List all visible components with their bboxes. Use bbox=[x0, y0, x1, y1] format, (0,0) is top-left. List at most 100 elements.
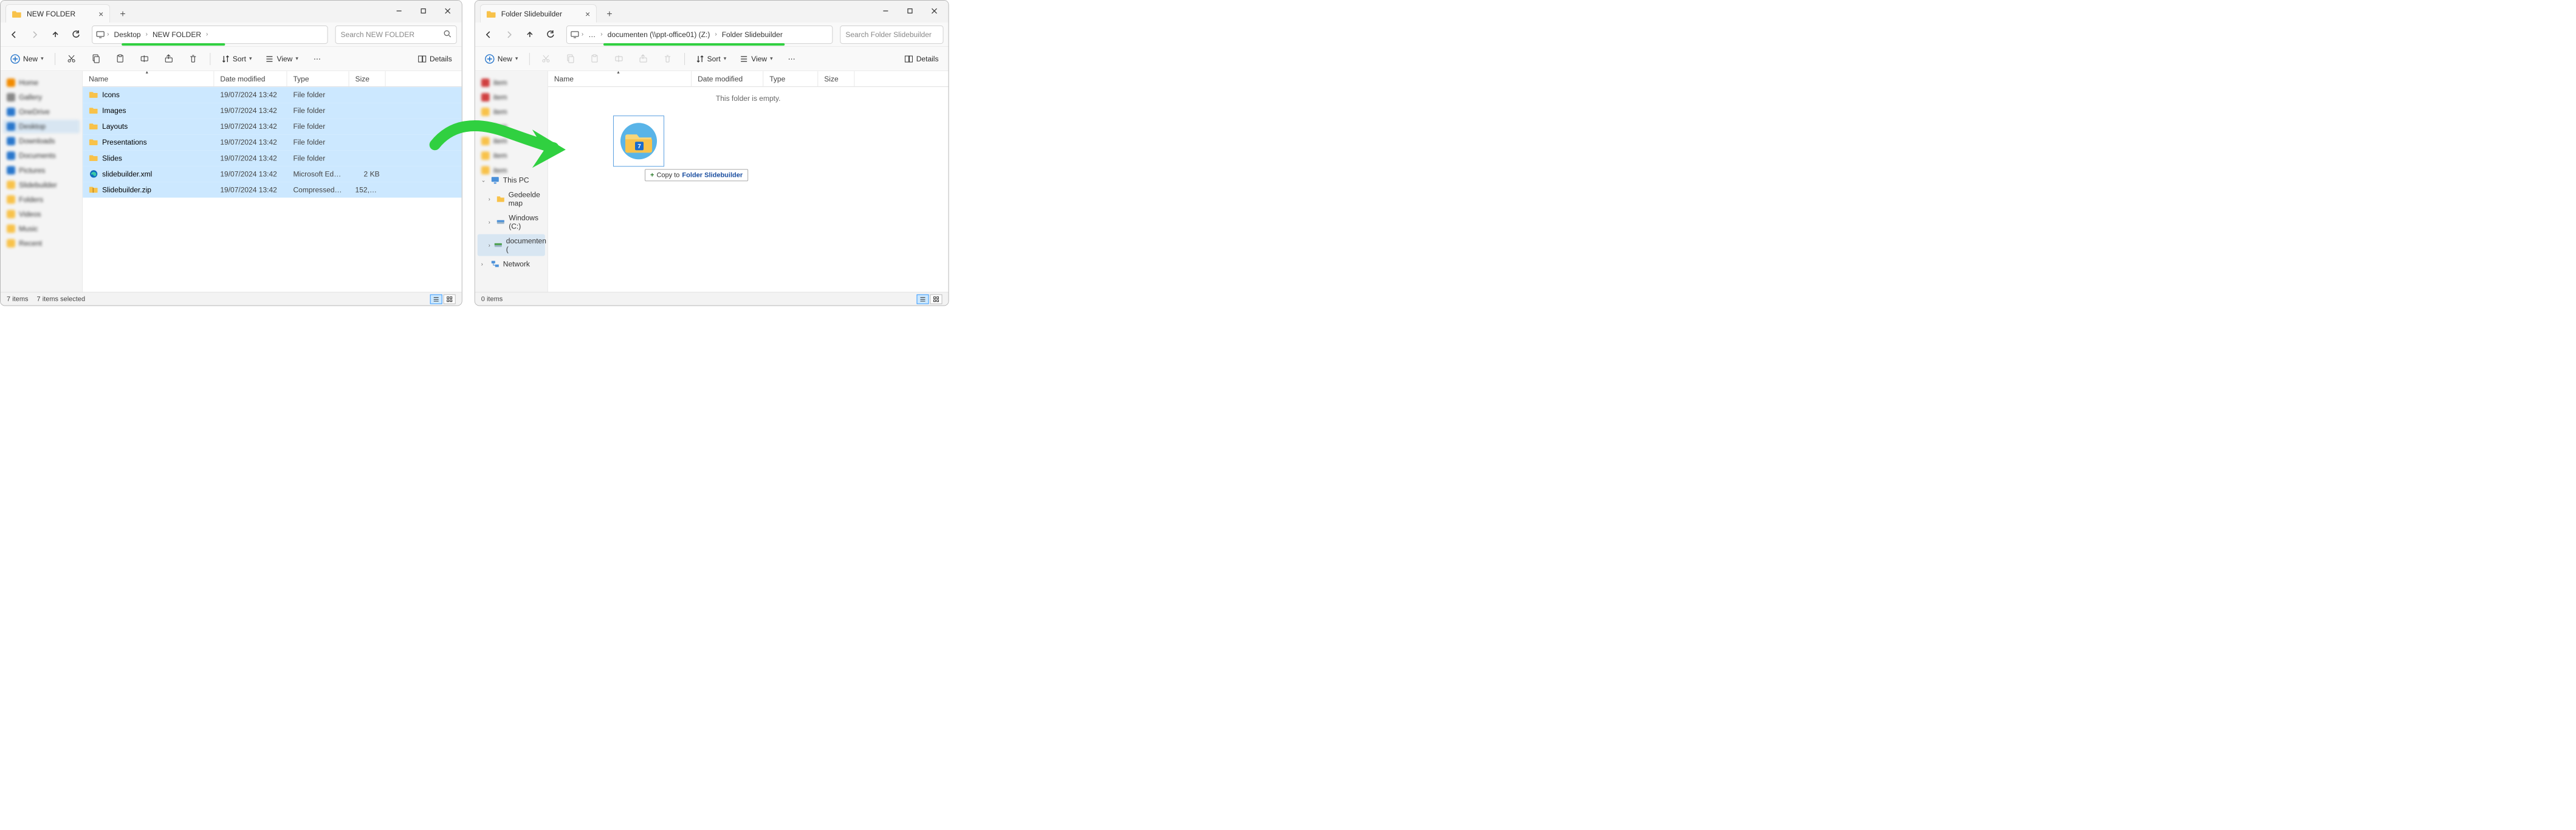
details-button[interactable]: Details bbox=[414, 52, 456, 66]
toolbar: New▾ Sort▾ View▾ ⋯ Details bbox=[1, 47, 462, 71]
sidebar-item[interactable]: Pictures bbox=[3, 163, 80, 177]
up-button[interactable] bbox=[521, 26, 538, 43]
tree-shared[interactable]: ›Gedeelde map bbox=[478, 188, 545, 210]
breadcrumb-item-desktop[interactable]: Desktop bbox=[112, 30, 143, 39]
file-row[interactable]: Slides19/07/2024 13:42File folder bbox=[83, 150, 462, 166]
new-tab-button[interactable]: + bbox=[115, 7, 130, 22]
copy-button[interactable] bbox=[87, 52, 105, 66]
file-date: 19/07/2024 13:42 bbox=[214, 154, 287, 162]
close-tab-icon[interactable]: × bbox=[585, 9, 590, 19]
tab-title: NEW FOLDER bbox=[27, 10, 75, 18]
tree-windows[interactable]: ›Windows (C:) bbox=[478, 211, 545, 233]
maximize-button[interactable] bbox=[412, 3, 435, 19]
file-row[interactable]: Slidebuilder.zip19/07/2024 13:42Compress… bbox=[83, 182, 462, 197]
back-button[interactable] bbox=[480, 26, 497, 43]
sidebar-item[interactable]: Home bbox=[3, 76, 80, 89]
sidebar-item[interactable]: Music bbox=[3, 222, 80, 235]
sidebar-item[interactable]: item bbox=[478, 163, 545, 177]
more-icon: ⋯ bbox=[314, 55, 321, 63]
file-date: 19/07/2024 13:42 bbox=[214, 170, 287, 178]
file-type: File folder bbox=[287, 122, 349, 131]
sidebar-item[interactable]: Downloads bbox=[3, 134, 80, 148]
view-icons-toggle[interactable] bbox=[444, 294, 456, 304]
breadcrumb[interactable]: › … › documenten (\\ppt-office01) (Z:) ›… bbox=[566, 26, 833, 44]
file-row[interactable]: Icons19/07/2024 13:42File folder bbox=[83, 87, 462, 103]
share-button[interactable] bbox=[160, 52, 178, 66]
sidebar-item[interactable]: item bbox=[478, 105, 545, 118]
col-type[interactable]: Type bbox=[287, 71, 349, 86]
cut-button[interactable] bbox=[63, 52, 81, 66]
breadcrumb-item-newfolder[interactable]: NEW FOLDER bbox=[150, 30, 204, 39]
up-button[interactable] bbox=[47, 26, 64, 43]
new-button[interactable]: New▾ bbox=[481, 52, 522, 66]
file-size: 2 KB bbox=[349, 170, 386, 178]
maximize-button[interactable] bbox=[898, 3, 921, 19]
sort-button[interactable]: Sort▾ bbox=[692, 52, 730, 66]
sidebar-item[interactable]: OneDrive bbox=[3, 105, 80, 118]
minimize-button[interactable] bbox=[388, 3, 411, 19]
back-button[interactable] bbox=[5, 26, 22, 43]
close-tab-icon[interactable]: × bbox=[98, 9, 103, 19]
search-icon bbox=[444, 30, 452, 39]
file-row[interactable]: Layouts19/07/2024 13:42File folder bbox=[83, 118, 462, 134]
file-row[interactable]: Presentations19/07/2024 13:42File folder bbox=[83, 134, 462, 150]
paste-button bbox=[585, 52, 603, 66]
search-input[interactable]: Search NEW FOLDER bbox=[335, 26, 457, 44]
new-tab-button[interactable]: + bbox=[602, 7, 617, 22]
rename-icon bbox=[614, 54, 623, 63]
minimize-button[interactable] bbox=[874, 3, 897, 19]
breadcrumb-overflow[interactable]: … bbox=[586, 30, 598, 39]
sidebar-item[interactable]: Videos bbox=[3, 207, 80, 221]
close-window-button[interactable] bbox=[436, 3, 459, 19]
view-details-toggle[interactable] bbox=[916, 294, 929, 304]
sidebar-item[interactable]: item bbox=[478, 91, 545, 104]
details-button[interactable]: Details bbox=[901, 52, 943, 66]
refresh-button[interactable] bbox=[67, 26, 84, 43]
sidebar-item[interactable]: Slidebuilder bbox=[3, 178, 80, 191]
forward-button[interactable] bbox=[501, 26, 518, 43]
tab-active[interactable]: Folder Slidebuilder × bbox=[480, 4, 597, 22]
rename-button[interactable] bbox=[136, 52, 154, 66]
view-button[interactable]: View▾ bbox=[262, 52, 302, 66]
delete-button[interactable] bbox=[184, 52, 202, 66]
search-input[interactable]: Search Folder Slidebuilder bbox=[840, 26, 943, 44]
view-icons-toggle[interactable] bbox=[930, 294, 942, 304]
col-name[interactable]: Name▴ bbox=[548, 71, 692, 86]
col-date[interactable]: Date modified bbox=[692, 71, 763, 86]
sidebar-item[interactable]: Desktop bbox=[3, 120, 80, 133]
view-details-toggle[interactable] bbox=[430, 294, 442, 304]
breadcrumb[interactable]: › Desktop › NEW FOLDER › bbox=[92, 26, 328, 44]
col-size[interactable]: Size bbox=[349, 71, 386, 86]
tree-documenten[interactable]: ›documenten ( bbox=[478, 234, 545, 256]
tab-active[interactable]: NEW FOLDER × bbox=[5, 4, 110, 22]
sidebar-item[interactable]: item bbox=[478, 149, 545, 162]
view-button[interactable]: View▾ bbox=[736, 52, 776, 66]
paste-button[interactable] bbox=[111, 52, 129, 66]
forward-button[interactable] bbox=[26, 26, 43, 43]
col-size[interactable]: Size bbox=[818, 71, 854, 86]
sidebar-item[interactable]: item bbox=[478, 76, 545, 89]
new-button[interactable]: New▾ bbox=[7, 52, 47, 66]
col-name[interactable]: Name▴ bbox=[83, 71, 214, 86]
details-icon bbox=[418, 55, 427, 63]
breadcrumb-item-drive[interactable]: documenten (\\ppt-office01) (Z:) bbox=[605, 30, 713, 39]
more-button[interactable]: ⋯ bbox=[308, 52, 326, 66]
sidebar-item[interactable]: item bbox=[478, 134, 545, 148]
sidebar-item[interactable]: Documents bbox=[3, 149, 80, 162]
close-window-button[interactable] bbox=[922, 3, 946, 19]
search-placeholder: Search NEW FOLDER bbox=[341, 30, 414, 39]
copy-button bbox=[561, 52, 579, 66]
sidebar-item[interactable]: item bbox=[478, 120, 545, 133]
sidebar-item[interactable]: Recent bbox=[3, 236, 80, 250]
refresh-button[interactable] bbox=[542, 26, 559, 43]
sort-button[interactable]: Sort▾ bbox=[218, 52, 256, 66]
sidebar-item[interactable]: Folders bbox=[3, 193, 80, 206]
tree-network[interactable]: ›Network bbox=[478, 257, 545, 270]
file-row[interactable]: Images19/07/2024 13:42File folder bbox=[83, 103, 462, 118]
more-button[interactable]: ⋯ bbox=[783, 52, 801, 66]
file-row[interactable]: slidebuilder.xml19/07/2024 13:42Microsof… bbox=[83, 166, 462, 182]
col-type[interactable]: Type bbox=[763, 71, 818, 86]
sidebar-item[interactable]: Gallery bbox=[3, 91, 80, 104]
col-date[interactable]: Date modified bbox=[214, 71, 287, 86]
breadcrumb-item-folder[interactable]: Folder Slidebuilder bbox=[720, 30, 785, 39]
